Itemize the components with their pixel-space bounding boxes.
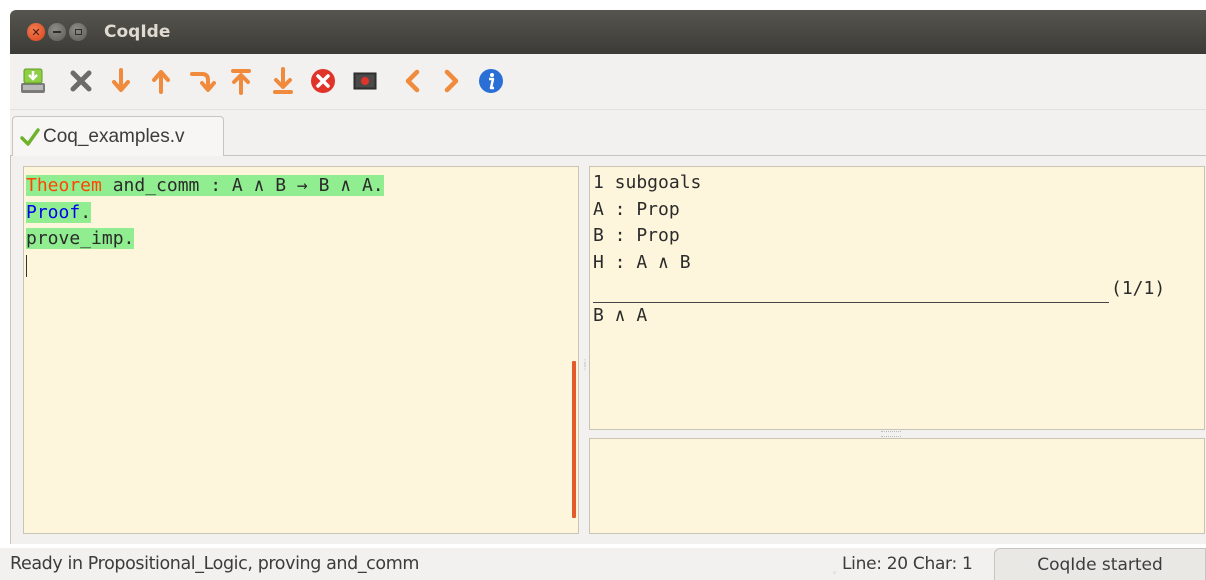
resize-grip[interactable]: ⁘ [832, 570, 840, 578]
proof-dot: . [80, 201, 92, 223]
editor-line [26, 253, 576, 280]
goals-header: 1 subgoals [593, 172, 702, 193]
go-to-cursor-button[interactable] [184, 64, 218, 98]
hypothesis: B : Prop [593, 225, 680, 246]
proof-keyword: Proof [26, 201, 81, 223]
pane-divider-horizontal[interactable] [881, 431, 901, 437]
toolbar [10, 54, 1206, 110]
go-to-end-button[interactable] [266, 64, 300, 98]
interrupt-button[interactable] [306, 64, 340, 98]
forward-one-button[interactable] [104, 64, 138, 98]
arrow-up-icon [152, 70, 170, 94]
goal-separator: (1/1) [593, 276, 1201, 303]
theorem-keyword: Theorem [26, 175, 102, 196]
messages-pane[interactable] [589, 438, 1205, 534]
coqide-status-box: CoqIde started [994, 548, 1206, 580]
minimize-window-button[interactable] [48, 23, 66, 41]
backward-one-button[interactable] [144, 64, 178, 98]
previous-occurrence-button[interactable] [396, 64, 430, 98]
editor-line: Theorem and_comm : A ∧ B → B ∧ A. [26, 173, 576, 200]
reset-icon [353, 72, 377, 90]
editor-line: prove_imp. [26, 226, 576, 253]
script-editor[interactable]: Theorem and_comm : A ∧ B → B ∧ A. Proof.… [23, 166, 579, 534]
go-to-start-button[interactable] [224, 64, 258, 98]
coqide-state: CoqIde started [1037, 554, 1163, 575]
save-icon [21, 68, 45, 93]
go-to-cursor-icon [190, 72, 216, 92]
go-to-start-icon [231, 69, 251, 95]
separator-line [593, 287, 1109, 303]
save-button[interactable] [16, 64, 50, 98]
previous-icon [405, 69, 420, 93]
close-x-icon [70, 70, 92, 92]
next-occurrence-button[interactable] [434, 64, 468, 98]
hypothesis: A : Prop [593, 198, 680, 220]
theorem-statement: and_comm : A ∧ B → B ∧ A. [101, 175, 384, 196]
status-message: Ready in Propositional_Logic, proving an… [10, 554, 419, 574]
main-content: Theorem and_comm : A ∧ B → B ∧ A. Proof.… [10, 156, 1206, 544]
status-bar: Ready in Propositional_Logic, proving an… [0, 548, 1206, 580]
hypothesis: H : A ∧ B [593, 251, 691, 273]
go-to-end-icon [273, 67, 293, 94]
editor-line: Proof. [26, 200, 576, 227]
text-cursor [26, 254, 27, 277]
pane-divider-vertical[interactable]: ⋮ ⋮ [581, 359, 589, 375]
tab-coq-examples[interactable]: Coq_examples.v [12, 116, 224, 157]
window-title: CoqIde [104, 22, 171, 42]
tab-label: Coq_examples.v [43, 126, 185, 147]
checkmark-icon [20, 128, 40, 146]
close-file-button[interactable] [64, 64, 98, 98]
about-info-icon [479, 69, 503, 93]
arrow-down-icon [112, 68, 130, 92]
cursor-position: Line: 20 Char: 1 [842, 554, 973, 574]
reset-coqtop-button[interactable] [348, 64, 382, 98]
scrollbar-marker[interactable] [572, 361, 576, 518]
next-icon [444, 69, 459, 93]
interrupt-icon [311, 69, 335, 93]
tab-strip: Coq_examples.v [10, 110, 1206, 157]
maximize-window-button[interactable] [69, 23, 87, 41]
goal-conclusion: B ∧ A [593, 304, 648, 326]
goals-pane[interactable]: 1 subgoals A : Prop B : Prop H : A ∧ B (… [589, 166, 1205, 430]
about-button[interactable] [474, 64, 508, 98]
title-bar: ✕ CoqIde [10, 10, 1206, 54]
goal-counter: (1/1) [1111, 278, 1166, 299]
tactic-line: prove_imp. [26, 228, 135, 249]
close-window-button[interactable]: ✕ [27, 23, 45, 41]
